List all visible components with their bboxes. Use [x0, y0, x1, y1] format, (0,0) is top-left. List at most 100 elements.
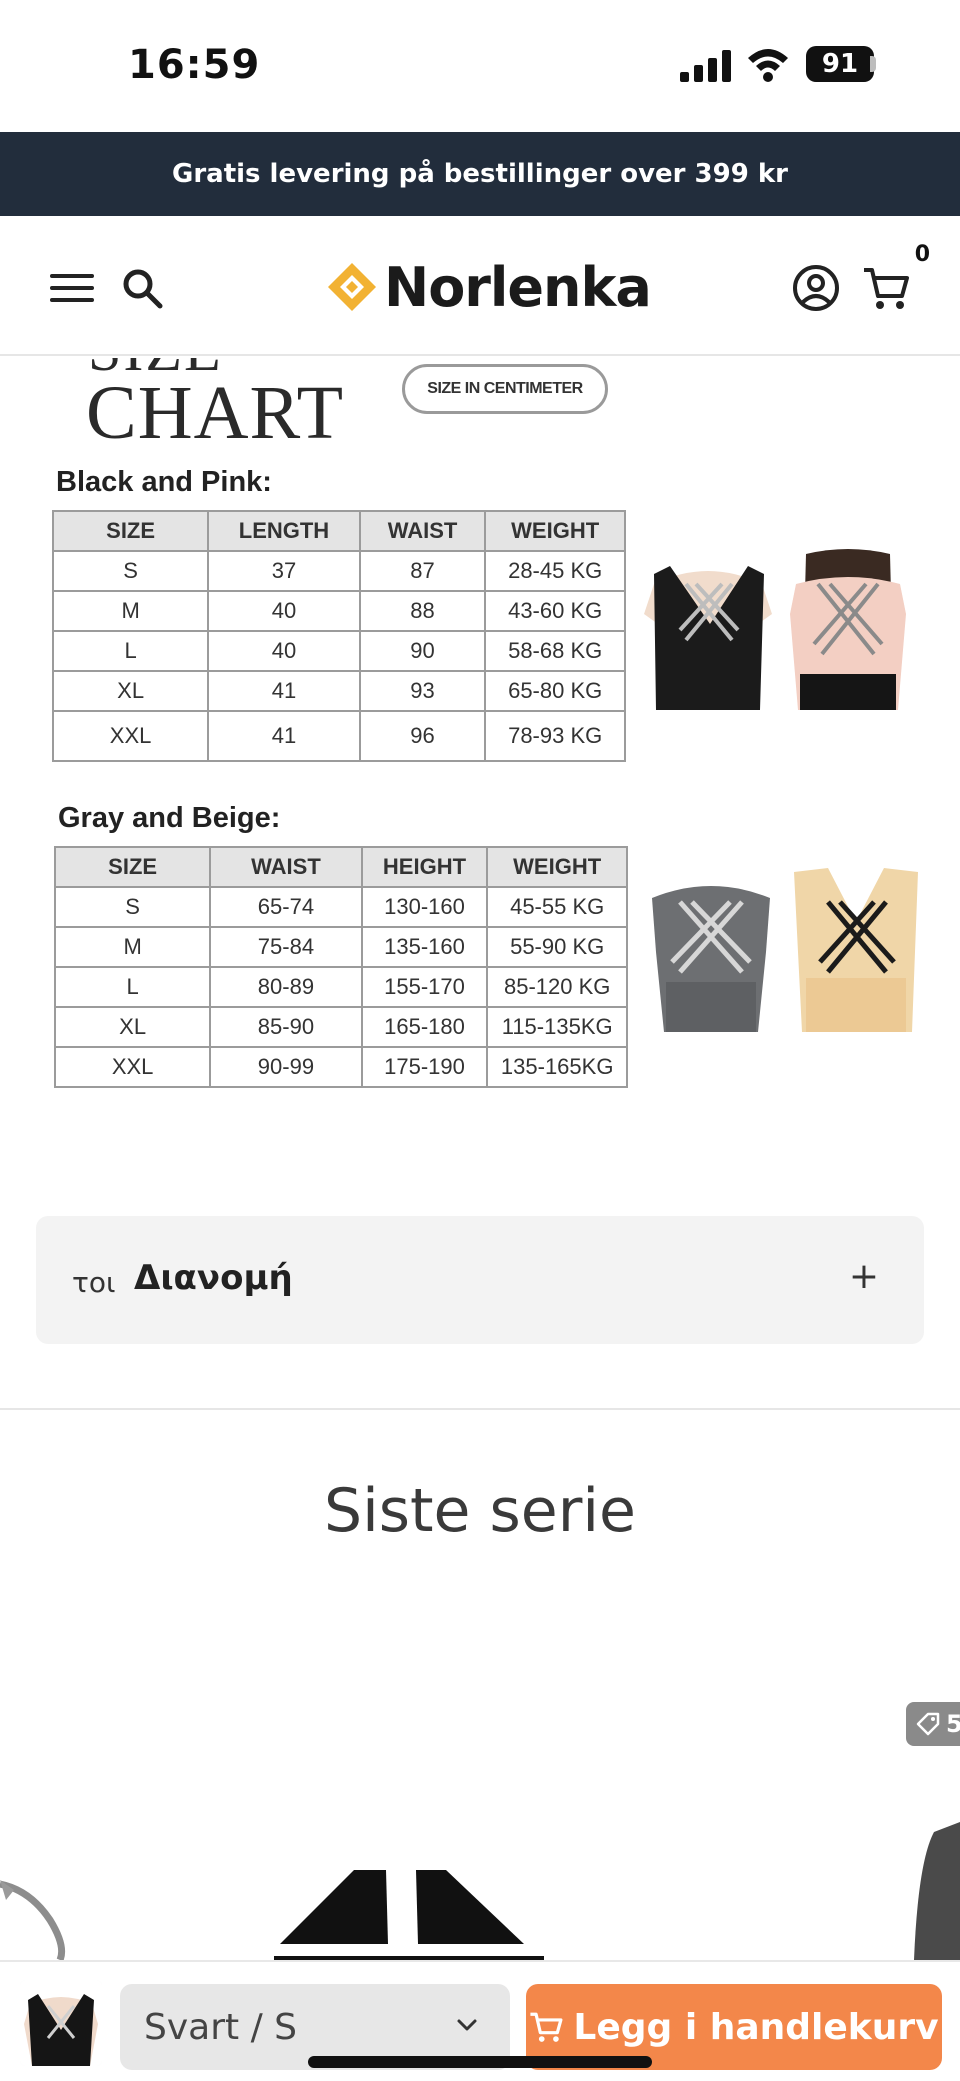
- table-row: L 40 90 58-68 KG: [51, 630, 626, 672]
- pink-posture-corrector-photo: [778, 544, 918, 710]
- carousel-item-left-partial[interactable]: [0, 1850, 80, 1960]
- column-header: SIZE: [53, 846, 212, 888]
- cellular-signal-icon: [680, 50, 731, 82]
- table-cell: 135-160: [360, 926, 489, 968]
- table-cell: 93: [358, 670, 487, 712]
- logo-diamond-icon: [328, 263, 376, 311]
- table-row: XL 85-90 165-180 115-135KG: [53, 1006, 628, 1048]
- site-header: Norlenka 0: [0, 216, 960, 356]
- accordion-title: Διανομή: [134, 1258, 293, 1298]
- menu-button[interactable]: [44, 260, 100, 316]
- hamburger-icon: [50, 274, 94, 302]
- table-cell: 130-160: [360, 886, 489, 928]
- table-cell: 175-190: [360, 1046, 489, 1088]
- size-unit-pill: SIZE IN CENTIMETER: [402, 364, 608, 414]
- chevron-down-icon: [457, 2019, 477, 2031]
- group-title-black-pink: Black and Pink:: [56, 466, 272, 498]
- product-thumbnail: [20, 1980, 102, 2066]
- column-header: WAIST: [209, 846, 363, 888]
- table-cell: 37: [207, 550, 361, 592]
- section-divider: [0, 1408, 960, 1410]
- discount-badge: 5: [906, 1702, 960, 1746]
- table-row: XXL 41 96 78-93 KG: [51, 710, 626, 762]
- group-title-gray-beige: Gray and Beige:: [58, 802, 281, 834]
- search-button[interactable]: [114, 260, 170, 316]
- table-row: L 80-89 155-170 85-120 KG: [53, 966, 628, 1008]
- shipping-accordion[interactable]: τοι Διανομή +: [36, 1216, 924, 1344]
- plus-icon[interactable]: +: [840, 1252, 888, 1300]
- carousel-item-right-partial[interactable]: [914, 1822, 960, 1960]
- wifi-icon: [748, 49, 788, 82]
- account-button[interactable]: [788, 260, 844, 316]
- table-cell: XL: [51, 670, 210, 712]
- brand-logo[interactable]: Norlenka: [326, 252, 652, 322]
- column-header: WEIGHT: [484, 510, 626, 552]
- table-row: M 40 88 43-60 KG: [51, 590, 626, 632]
- size-table-gray-beige: SIZE WAIST HEIGHT WEIGHT S 65-74 130-160 45…: [53, 846, 628, 1088]
- table-cell: 43-60 KG: [484, 590, 626, 632]
- table-cell: 41: [207, 670, 361, 712]
- status-time: 16:59: [128, 42, 261, 88]
- search-icon: [123, 269, 163, 309]
- table-cell: 41: [207, 710, 361, 762]
- table-row: S 37 87 28-45 KG: [51, 550, 626, 592]
- table-cell: L: [51, 630, 210, 672]
- table-cell: 96: [358, 710, 487, 762]
- table-cell: 80-89: [209, 966, 363, 1008]
- table-cell: 75-84: [209, 926, 363, 968]
- table-cell: L: [53, 966, 212, 1008]
- table-cell: 87: [358, 550, 487, 592]
- table-cell: XL: [53, 1006, 212, 1048]
- table-cell: M: [51, 590, 210, 632]
- add-to-cart-label: Legg i handlekurv: [573, 2006, 939, 2048]
- size-table-black-pink: SIZE LENGTH WAIST WEIGHT S 37 87 28-45 KG M…: [51, 510, 626, 762]
- table-cell: 78-93 KG: [484, 710, 626, 762]
- column-header: HEIGHT: [360, 846, 489, 888]
- product-carousel[interactable]: 5: [0, 1600, 960, 1960]
- brand-name: Norlenka: [384, 255, 652, 319]
- cart-icon: [864, 268, 909, 309]
- table-header-row: SIZE WAIST HEIGHT WEIGHT: [53, 846, 628, 888]
- table-cell: 85-120 KG: [486, 966, 628, 1008]
- cart-count-badge: 0: [914, 242, 930, 267]
- status-bar: 16:59 91: [0, 0, 960, 132]
- table-cell: 58-68 KG: [484, 630, 626, 672]
- table-cell: 65-74: [209, 886, 363, 928]
- table-cell: 40: [207, 590, 361, 632]
- table-header-row: SIZE LENGTH WAIST WEIGHT: [51, 510, 626, 552]
- gray-posture-corrector-photo: [646, 862, 776, 1042]
- product-page: 16:59 91 Gratis levering på bestillinger…: [0, 0, 960, 2081]
- home-indicator: [308, 2056, 652, 2068]
- tag-icon: [916, 1712, 940, 1736]
- table-cell: 65-80 KG: [484, 670, 626, 712]
- table-cell: 45-55 KG: [486, 886, 628, 928]
- battery-indicator: 91: [806, 46, 874, 82]
- cart-button[interactable]: [858, 260, 914, 316]
- cart-icon: [530, 2012, 563, 2042]
- table-cell: XXL: [51, 710, 210, 762]
- column-header: LENGTH: [207, 510, 361, 552]
- accordion-prefix-text: τοι: [72, 1266, 116, 1299]
- table-row: S 65-74 130-160 45-55 KG: [53, 886, 628, 928]
- table-cell: 135-165KG: [486, 1046, 628, 1088]
- table-cell: 28-45 KG: [484, 550, 626, 592]
- variant-selected-value: Svart / S: [144, 2006, 297, 2048]
- table-row: XXL 90-99 175-190 135-165KG: [53, 1046, 628, 1088]
- carousel-item-center[interactable]: [274, 1858, 544, 1960]
- table-cell: 90: [358, 630, 487, 672]
- size-chart-title: CHART: [86, 371, 345, 455]
- table-cell: XXL: [53, 1046, 212, 1088]
- column-header: SIZE: [51, 510, 210, 552]
- column-header: WEIGHT: [486, 846, 628, 888]
- column-header: WAIST: [358, 510, 487, 552]
- table-cell: S: [53, 886, 212, 928]
- table-row: M 75-84 135-160 55-90 KG: [53, 926, 628, 968]
- announcement-bar: Gratis levering på bestillinger over 399…: [0, 132, 960, 216]
- table-cell: 88: [358, 590, 487, 632]
- table-row: XL 41 93 65-80 KG: [51, 670, 626, 712]
- account-icon: [793, 265, 839, 311]
- table-cell: 155-170: [360, 966, 489, 1008]
- section-title: Siste serie: [324, 1476, 636, 1546]
- discount-badge-text: 5: [946, 1710, 960, 1738]
- product-thumbnail-image: [20, 1980, 102, 2066]
